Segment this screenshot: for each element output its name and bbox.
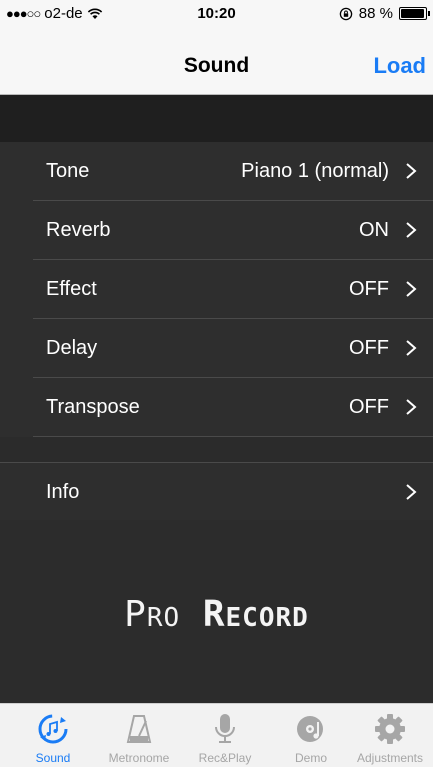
row-label: Reverb	[46, 219, 111, 241]
tab-label: Demo	[294, 751, 327, 765]
chevron-right-icon	[406, 340, 417, 356]
tab-label: Rec&Play	[198, 751, 252, 765]
tab-rec-play[interactable]: Rec&Play	[182, 704, 268, 767]
battery-icon	[399, 7, 430, 20]
chevron-right-icon	[406, 281, 417, 297]
demo-disc-icon	[297, 716, 323, 742]
row-value: OFF	[349, 337, 389, 359]
row-label: Info	[46, 481, 80, 503]
row-value: ON	[359, 219, 389, 241]
row-value: OFF	[349, 278, 389, 300]
prorecord-logo: PRO RECORD	[0, 594, 433, 635]
row-value: OFF	[349, 396, 389, 418]
section-gap	[0, 437, 433, 463]
rotation-lock-icon	[339, 7, 353, 20]
row-tone[interactable]: Tone Piano 1 (normal)	[0, 142, 433, 201]
page-title: Sound	[183, 54, 250, 77]
row-label: Effect	[46, 278, 97, 300]
row-transpose[interactable]: Transpose OFF	[0, 378, 433, 437]
row-delay[interactable]: Delay OFF	[0, 319, 433, 378]
section-header	[0, 95, 433, 143]
tab-metronome[interactable]: Metronome	[96, 704, 182, 767]
chevron-right-icon	[406, 399, 417, 415]
settings-list: Tone Piano 1 (normal) Reverb ON Effect O…	[0, 142, 433, 522]
row-info[interactable]: Info	[0, 463, 433, 522]
microphone-icon	[215, 714, 235, 743]
tab-adjustments[interactable]: Adjustments	[347, 704, 433, 767]
battery-percent: 88 %	[358, 5, 393, 22]
row-value: Piano 1 (normal)	[241, 160, 389, 182]
divider	[33, 436, 433, 437]
load-button[interactable]: Load	[373, 53, 426, 79]
tab-label: Adjustments	[356, 751, 424, 765]
chevron-right-icon	[406, 163, 417, 179]
tab-demo[interactable]: Demo	[268, 704, 354, 767]
navigation-bar: Sound Load	[0, 26, 433, 95]
row-reverb[interactable]: Reverb ON	[0, 201, 433, 260]
status-right: 88 %	[339, 5, 430, 22]
sound-sync-icon	[38, 714, 68, 744]
row-effect[interactable]: Effect OFF	[0, 260, 433, 319]
tab-label: Metronome	[108, 751, 170, 765]
tab-sound[interactable]: Sound	[10, 704, 96, 767]
logo-pro: PRO	[124, 594, 181, 635]
tab-bar: Sound Metronome Rec&Play Demo Adjustment…	[0, 703, 433, 767]
gear-icon	[375, 714, 405, 744]
tab-label: Sound	[35, 751, 71, 765]
metronome-icon	[126, 715, 152, 743]
logo-record: RECORD	[180, 594, 309, 635]
row-label: Transpose	[46, 396, 140, 418]
row-label: Tone	[46, 160, 90, 182]
status-bar: ●●●○○ o2-de 10:20 88 %	[0, 0, 433, 26]
chevron-right-icon	[406, 484, 417, 500]
battery-fill	[401, 9, 424, 18]
chevron-right-icon	[406, 222, 417, 238]
brand-area: PRO RECORD	[0, 520, 433, 703]
row-label: Delay	[46, 337, 98, 359]
